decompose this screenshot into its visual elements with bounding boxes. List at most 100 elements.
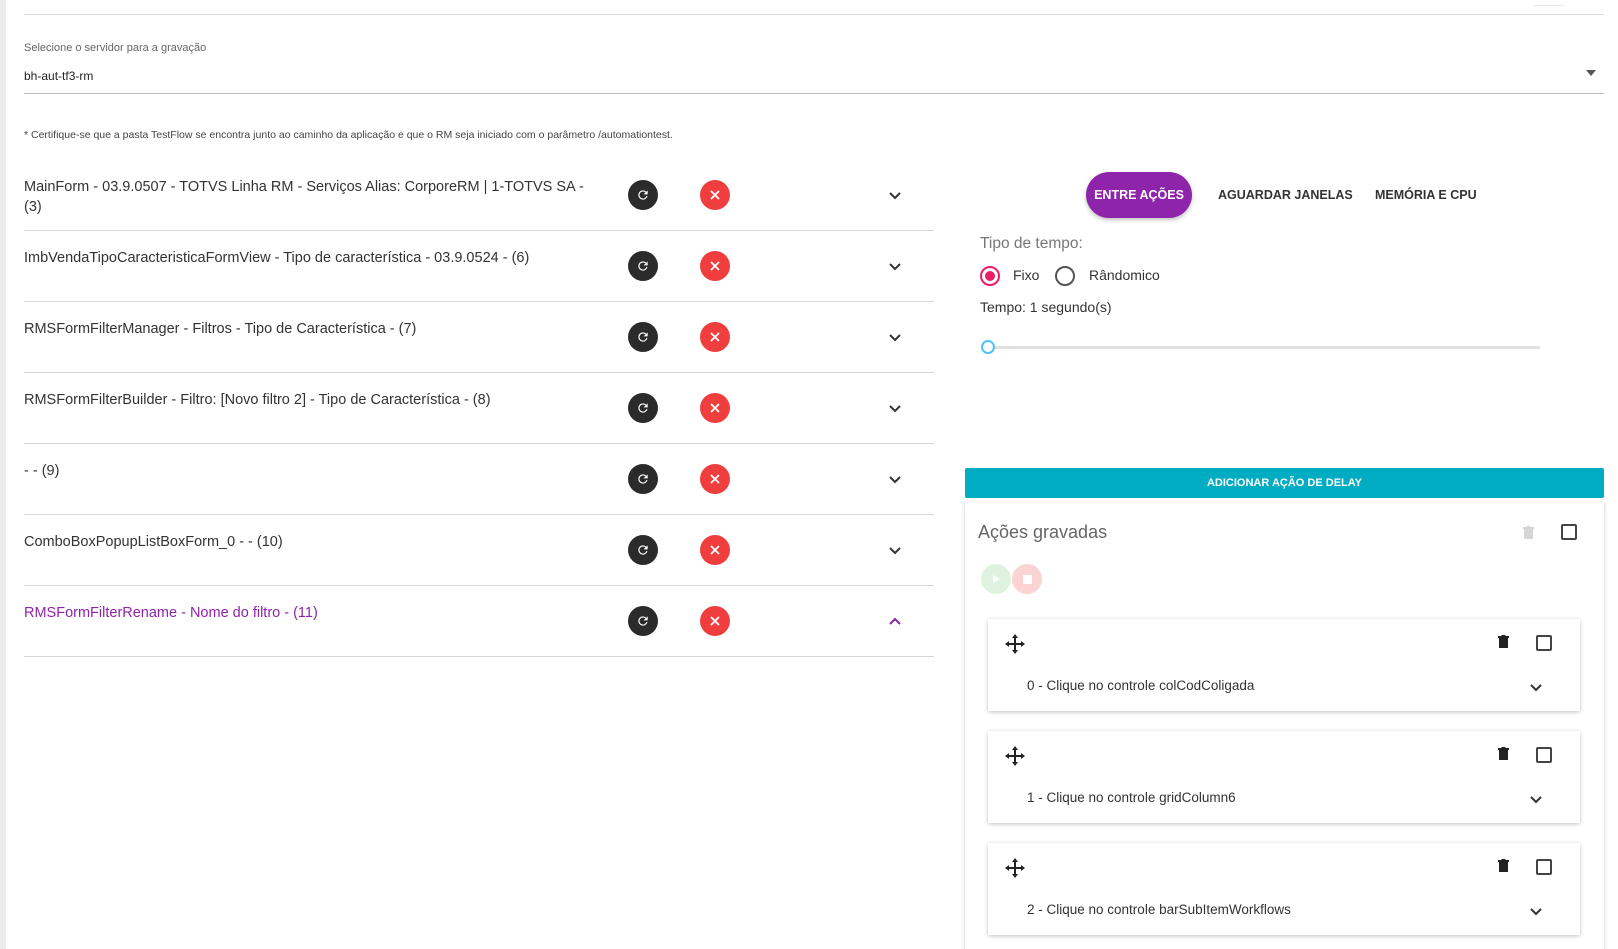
server-select-value: bh-aut-tf3-rm: [24, 69, 94, 83]
refresh-icon: [638, 190, 648, 200]
remove-button[interactable]: [700, 606, 730, 636]
select-all-checkbox[interactable]: [1561, 524, 1577, 540]
play-button[interactable]: [981, 564, 1011, 594]
action-label: 1 - Clique no controle gridColumn6: [1027, 790, 1236, 805]
remove-button[interactable]: [700, 393, 730, 423]
tab-entre-acoes[interactable]: ENTRE AÇÕES: [1086, 172, 1192, 218]
close-icon: [710, 616, 720, 626]
chevron-down-icon: [1530, 796, 1542, 804]
trash-icon: [1523, 526, 1534, 539]
radio-randomico-label: Rândomico: [1089, 267, 1160, 283]
drag-handle[interactable]: [1004, 633, 1026, 660]
window-title: ImbVendaTipoCaracteristicaFormView - Tip…: [24, 250, 530, 266]
close-icon: [710, 545, 720, 555]
window-title: RMSFormFilterManager - Filtros - Tipo de…: [24, 321, 417, 337]
window-row[interactable]: MainForm - 03.9.0507 - TOTVS Linha RM - …: [24, 160, 934, 231]
collapse-button[interactable]: [886, 612, 904, 630]
window-row[interactable]: - - (9): [24, 444, 934, 515]
time-type-label: Tipo de tempo:: [980, 235, 1083, 252]
expand-button[interactable]: [886, 470, 904, 488]
close-icon: [710, 474, 720, 484]
refresh-icon: [638, 403, 648, 413]
window-row[interactable]: ComboBoxPopupListBoxForm_0 - - (10): [24, 515, 934, 586]
radio-fixo-label: Fixo: [1013, 267, 1040, 283]
window-row[interactable]: RMSFormFilterBuilder - Filtro: [Novo fil…: [24, 373, 934, 444]
stop-button[interactable]: [1012, 564, 1042, 594]
remove-button[interactable]: [700, 464, 730, 494]
close-icon: [710, 403, 720, 413]
expand-button[interactable]: [886, 328, 904, 346]
drag-handle[interactable]: [1004, 857, 1026, 884]
window-row[interactable]: RMSFormFilterManager - Filtros - Tipo de…: [24, 302, 934, 373]
chevron-down-icon: [889, 546, 901, 554]
refresh-button[interactable]: [628, 464, 658, 494]
tempo-slider-track[interactable]: [988, 346, 1540, 349]
stop-icon: [1022, 574, 1032, 584]
refresh-button[interactable]: [628, 606, 658, 636]
radio-randomico[interactable]: [1055, 266, 1075, 286]
delete-all-button[interactable]: [1523, 526, 1534, 544]
expand-button[interactable]: [886, 186, 904, 204]
refresh-button[interactable]: [628, 251, 658, 281]
chevron-up-icon: [889, 617, 901, 625]
tab-aguardar-janelas[interactable]: AGUARDAR JANELAS: [1218, 172, 1353, 218]
recorded-actions-panel: Ações gravadas 0 - Clique no controle co…: [965, 502, 1604, 949]
window-row-active[interactable]: RMSFormFilterRename - Nome do filtro - (…: [24, 586, 934, 657]
chevron-down-icon: [1530, 684, 1542, 692]
left-edge: [0, 0, 6, 949]
refresh-button[interactable]: [628, 393, 658, 423]
server-select[interactable]: bh-aut-tf3-rm: [24, 66, 1604, 94]
delete-action-button[interactable]: [1498, 859, 1509, 877]
close-icon: [710, 190, 720, 200]
add-delay-button[interactable]: ADICIONAR AÇÃO DE DELAY: [965, 468, 1604, 498]
expand-button[interactable]: [886, 257, 904, 275]
refresh-button[interactable]: [628, 322, 658, 352]
server-label: Selecione o servidor para a gravação: [24, 42, 207, 54]
recorded-title: Ações gravadas: [978, 522, 1108, 542]
chevron-down-icon: [1530, 908, 1542, 916]
move-icon: [1005, 746, 1025, 766]
remove-button[interactable]: [700, 251, 730, 281]
close-icon: [710, 332, 720, 342]
remove-button[interactable]: [700, 535, 730, 565]
tempo-label: Tempo: 1 segundo(s): [980, 299, 1112, 315]
action-checkbox[interactable]: [1536, 747, 1552, 763]
move-icon: [1005, 634, 1025, 654]
chevron-down-icon: [889, 262, 901, 270]
window-row[interactable]: ImbVendaTipoCaracteristicaFormView - Tip…: [24, 231, 934, 302]
expand-button[interactable]: [886, 399, 904, 417]
action-label: 0 - Clique no controle colCodColigada: [1027, 678, 1255, 693]
close-icon: [710, 261, 720, 271]
remove-button[interactable]: [700, 322, 730, 352]
action-card[interactable]: 0 - Clique no controle colCodColigada: [988, 619, 1580, 711]
expand-action-button[interactable]: [1529, 903, 1543, 921]
action-checkbox[interactable]: [1536, 859, 1552, 875]
move-icon: [1005, 858, 1025, 878]
drag-handle[interactable]: [1004, 745, 1026, 772]
trash-icon: [1498, 635, 1509, 648]
chevron-down-icon: [889, 191, 901, 199]
refresh-icon: [638, 545, 648, 555]
tempo-slider-thumb[interactable]: [981, 340, 995, 354]
delete-action-button[interactable]: [1498, 635, 1509, 653]
refresh-button[interactable]: [628, 535, 658, 565]
tab-memoria-cpu[interactable]: MEMÓRIA E CPU: [1375, 172, 1477, 218]
action-card[interactable]: 1 - Clique no controle gridColumn6: [988, 731, 1580, 823]
caret-down-icon: [1586, 70, 1596, 76]
remove-button[interactable]: [700, 180, 730, 210]
action-checkbox[interactable]: [1536, 635, 1552, 651]
refresh-icon: [638, 474, 648, 484]
trash-icon: [1498, 859, 1509, 872]
refresh-button[interactable]: [628, 180, 658, 210]
expand-button[interactable]: [886, 541, 904, 559]
top-divider: [24, 0, 1604, 15]
expand-action-button[interactable]: [1529, 791, 1543, 809]
radio-fixo[interactable]: [980, 266, 1000, 286]
action-card[interactable]: 2 - Clique no controle barSubItemWorkflo…: [988, 843, 1580, 935]
expand-action-button[interactable]: [1529, 679, 1543, 697]
automation-note: * Certifique-se que a pasta TestFlow se …: [24, 129, 673, 141]
chevron-down-icon: [889, 333, 901, 341]
chevron-down-icon: [889, 404, 901, 412]
window-title: ComboBoxPopupListBoxForm_0 - - (10): [24, 534, 283, 550]
delete-action-button[interactable]: [1498, 747, 1509, 765]
